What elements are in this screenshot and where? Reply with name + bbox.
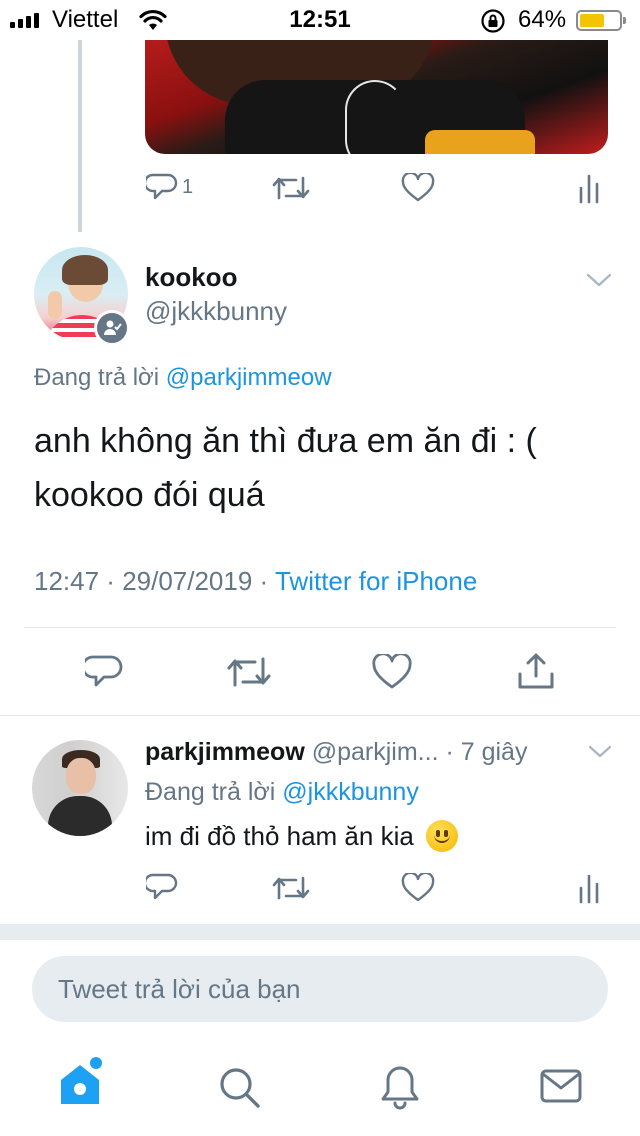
chevron-down-icon[interactable] bbox=[588, 744, 612, 759]
meta-separator: · bbox=[99, 566, 123, 596]
reply-author-handle[interactable]: @parkjim... bbox=[312, 738, 439, 766]
tweet-source[interactable]: Twitter for iPhone bbox=[275, 566, 477, 596]
retweet-icon[interactable] bbox=[226, 655, 272, 689]
analytics-icon[interactable] bbox=[578, 172, 602, 204]
reply-author-name[interactable]: parkjimmeow bbox=[145, 738, 305, 766]
person-check-icon bbox=[104, 320, 122, 335]
replying-to-prefix: Đang trả lời bbox=[34, 364, 166, 391]
meta-separator: · bbox=[438, 738, 461, 766]
replying-to-line: Đang trả lời @jkkkbunny bbox=[145, 778, 419, 807]
reply-tweet-text-row: im đi đồ thỏ ham ăn kia bbox=[145, 820, 458, 852]
status-bar: Viettel 12:51 64% bbox=[0, 0, 640, 40]
like-icon[interactable] bbox=[372, 654, 412, 690]
notifications-icon[interactable] bbox=[380, 1064, 420, 1110]
like-icon[interactable] bbox=[401, 173, 435, 203]
reply-button[interactable]: 1 bbox=[146, 172, 193, 202]
tweet-metadata: 12:47 · 29/07/2019 · Twitter for iPhone bbox=[34, 566, 477, 597]
reply-composer-input[interactable]: Tweet trả lời của bạn bbox=[32, 956, 608, 1022]
reply-icon[interactable] bbox=[146, 872, 178, 902]
tweet-date: 29/07/2019 bbox=[122, 566, 253, 596]
author-name[interactable]: kookoo bbox=[145, 262, 237, 293]
orientation-lock-icon bbox=[481, 9, 505, 33]
tweet-time: 12:47 bbox=[34, 566, 100, 596]
section-separator bbox=[0, 924, 640, 940]
reply-icon bbox=[146, 173, 178, 200]
divider bbox=[24, 627, 616, 628]
reply-icon[interactable] bbox=[85, 654, 123, 690]
meta-separator: · bbox=[252, 566, 275, 596]
new-content-indicator bbox=[90, 1057, 102, 1069]
home-icon[interactable] bbox=[58, 1062, 106, 1108]
messages-icon[interactable] bbox=[540, 1068, 582, 1104]
reply-tweet-text: im đi đồ thỏ ham ăn kia bbox=[145, 820, 414, 851]
tweet-media-photo[interactable] bbox=[145, 40, 608, 154]
replying-to-prefix: Đang trả lời bbox=[145, 778, 283, 806]
chevron-down-icon[interactable] bbox=[586, 272, 612, 288]
retweet-icon[interactable] bbox=[272, 874, 310, 902]
avatar[interactable] bbox=[32, 740, 128, 836]
retweet-icon[interactable] bbox=[272, 174, 310, 202]
search-icon[interactable] bbox=[218, 1066, 262, 1110]
battery-icon bbox=[576, 10, 626, 31]
tweet-text: anh không ăn thì đưa em ăn đi : ( kookoo… bbox=[34, 422, 537, 514]
thread-connector-line bbox=[78, 40, 82, 232]
share-icon[interactable] bbox=[517, 652, 555, 690]
reply-age: 7 giây bbox=[460, 738, 528, 766]
reply-header: parkjimmeow @parkjim... · 7 giây bbox=[145, 738, 527, 767]
reply-count: 1 bbox=[182, 175, 194, 198]
author-handle[interactable]: @jkkkbunny bbox=[145, 296, 287, 327]
like-icon[interactable] bbox=[401, 873, 435, 903]
replying-to-link[interactable]: @jkkkbunny bbox=[282, 778, 419, 806]
analytics-icon[interactable] bbox=[578, 872, 602, 904]
replying-to-link[interactable]: @parkjimmeow bbox=[166, 364, 332, 391]
battery-percent: 64% bbox=[518, 6, 567, 33]
divider bbox=[0, 715, 640, 716]
replying-to-line: Đang trả lời @parkjimmeow bbox=[34, 364, 332, 392]
followed-user-badge bbox=[94, 310, 130, 346]
slightly-smiling-face-icon bbox=[425, 820, 458, 852]
